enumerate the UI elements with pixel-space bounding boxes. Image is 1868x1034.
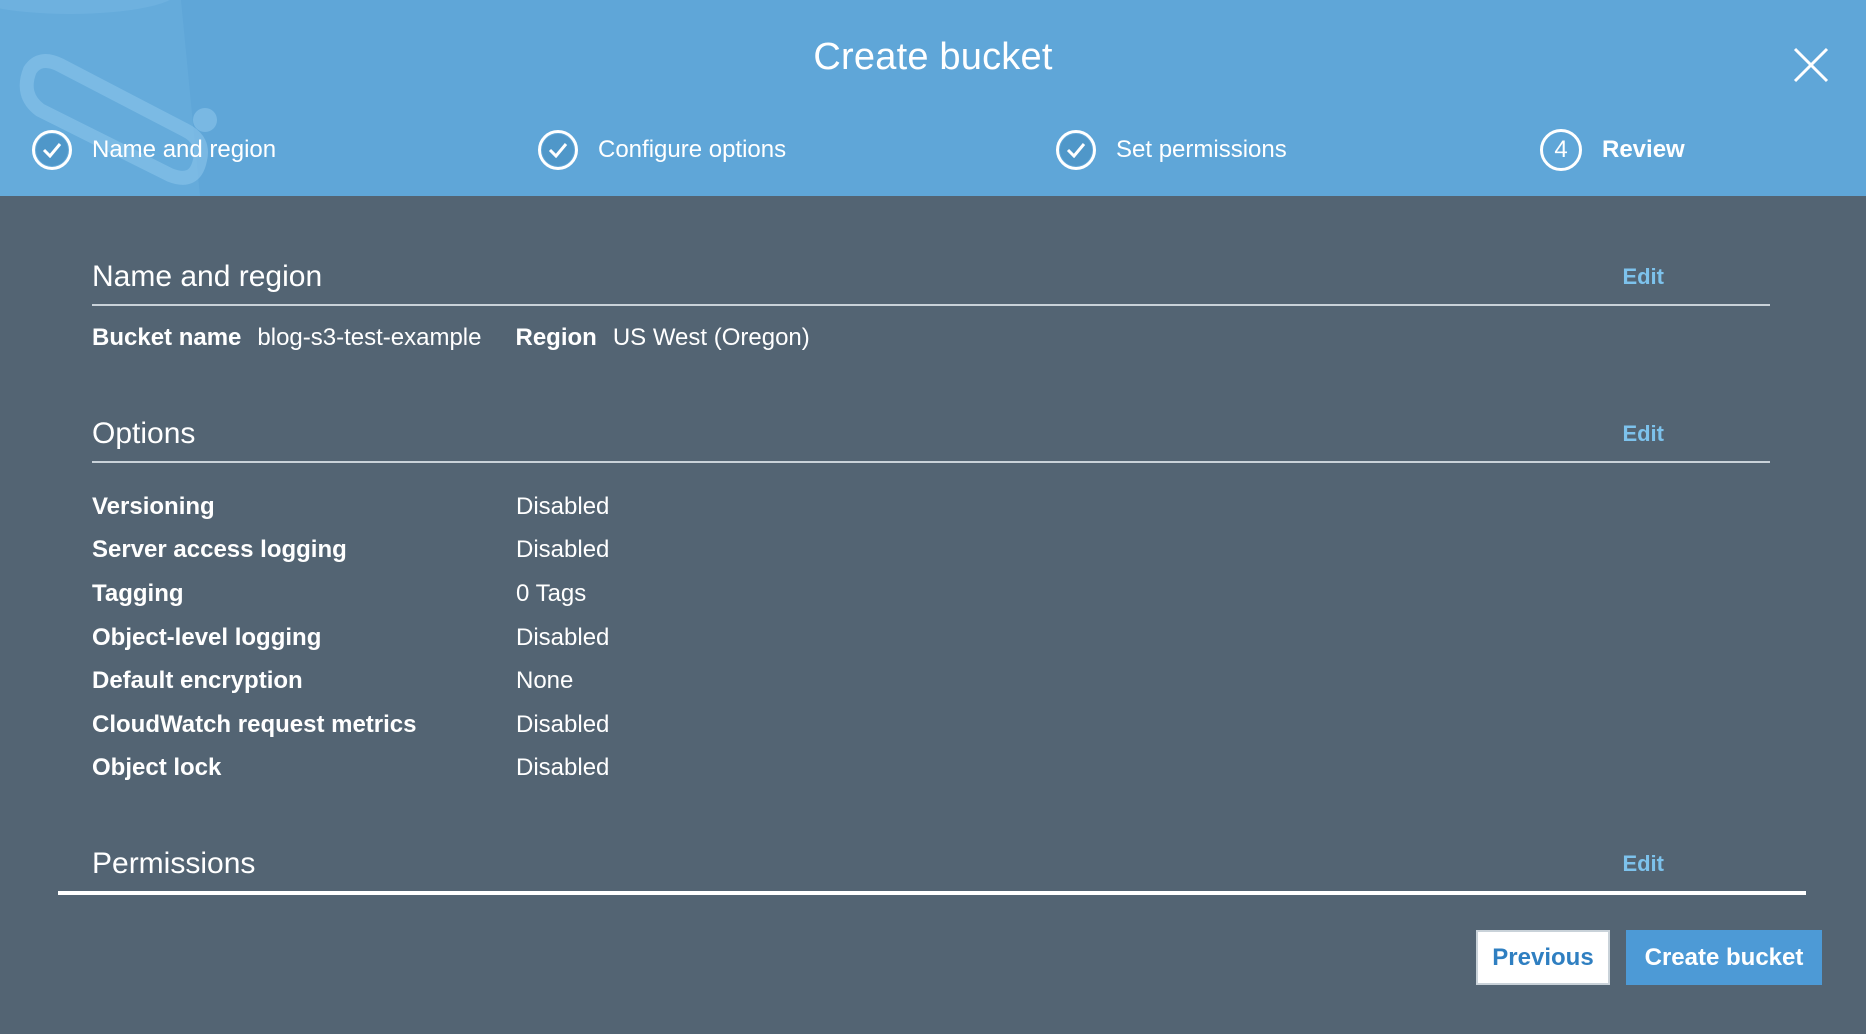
option-value: None bbox=[516, 667, 574, 694]
step-complete-indicator bbox=[538, 130, 578, 170]
option-value: Disabled bbox=[516, 536, 610, 563]
option-label: Object-level logging bbox=[92, 624, 322, 651]
edit-options-link[interactable]: Edit bbox=[1622, 421, 1664, 447]
section-header-permissions: Permissions Edit bbox=[92, 835, 1770, 893]
step-label: Set permissions bbox=[1116, 136, 1287, 163]
step-review: 4 Review bbox=[1540, 126, 1685, 174]
region-value: US West (Oregon) bbox=[612, 324, 810, 351]
option-label: Object lock bbox=[92, 754, 222, 781]
option-label: Versioning bbox=[92, 493, 215, 520]
option-value: Disabled bbox=[516, 624, 610, 651]
option-value: 0 Tags bbox=[516, 580, 587, 607]
bucket-name-label: Bucket name bbox=[92, 324, 242, 351]
option-value: Disabled bbox=[516, 754, 610, 781]
section-header-options: Options Edit bbox=[92, 405, 1770, 463]
check-icon bbox=[548, 143, 568, 158]
step-set-permissions[interactable]: Set permissions bbox=[1056, 126, 1287, 174]
footer-divider bbox=[58, 891, 1806, 895]
dialog-title: Create bucket bbox=[813, 36, 1053, 78]
check-icon bbox=[42, 143, 62, 158]
step-label: Name and region bbox=[92, 136, 277, 163]
check-icon bbox=[1066, 143, 1086, 158]
option-value: Disabled bbox=[516, 711, 610, 738]
option-label: Default encryption bbox=[92, 667, 303, 694]
create-bucket-button[interactable]: Create bucket bbox=[1626, 930, 1822, 985]
edit-name-region-link[interactable]: Edit bbox=[1622, 264, 1664, 290]
step-number-badge: 4 bbox=[1540, 129, 1582, 171]
bucket-name-value: blog-s3-test-example bbox=[257, 324, 482, 351]
step-complete-indicator bbox=[32, 130, 72, 170]
section-title: Permissions bbox=[92, 847, 256, 880]
step-label: Configure options bbox=[598, 136, 787, 163]
section-header-name-region: Name and region Edit bbox=[92, 248, 1770, 306]
option-label: Tagging bbox=[92, 580, 184, 607]
name-region-summary: Bucket name blog-s3-test-example Region … bbox=[92, 324, 844, 352]
region-label: Region bbox=[515, 324, 597, 351]
edit-permissions-link[interactable]: Edit bbox=[1622, 851, 1664, 877]
step-configure-options[interactable]: Configure options bbox=[538, 126, 786, 174]
section-title: Name and region bbox=[92, 260, 323, 293]
close-icon[interactable] bbox=[1792, 46, 1830, 84]
step-label: Review bbox=[1602, 136, 1685, 163]
create-bucket-dialog: Create bucket Name and region Configure … bbox=[0, 0, 1866, 1034]
previous-button[interactable]: Previous bbox=[1476, 930, 1610, 985]
option-label: Server access logging bbox=[92, 536, 347, 563]
step-name-and-region[interactable]: Name and region bbox=[32, 126, 276, 174]
option-label: CloudWatch request metrics bbox=[92, 711, 417, 738]
step-complete-indicator bbox=[1056, 130, 1096, 170]
option-value: Disabled bbox=[516, 493, 610, 520]
dialog-header: Create bucket Name and region Configure … bbox=[0, 0, 1866, 196]
section-title: Options bbox=[92, 417, 196, 450]
